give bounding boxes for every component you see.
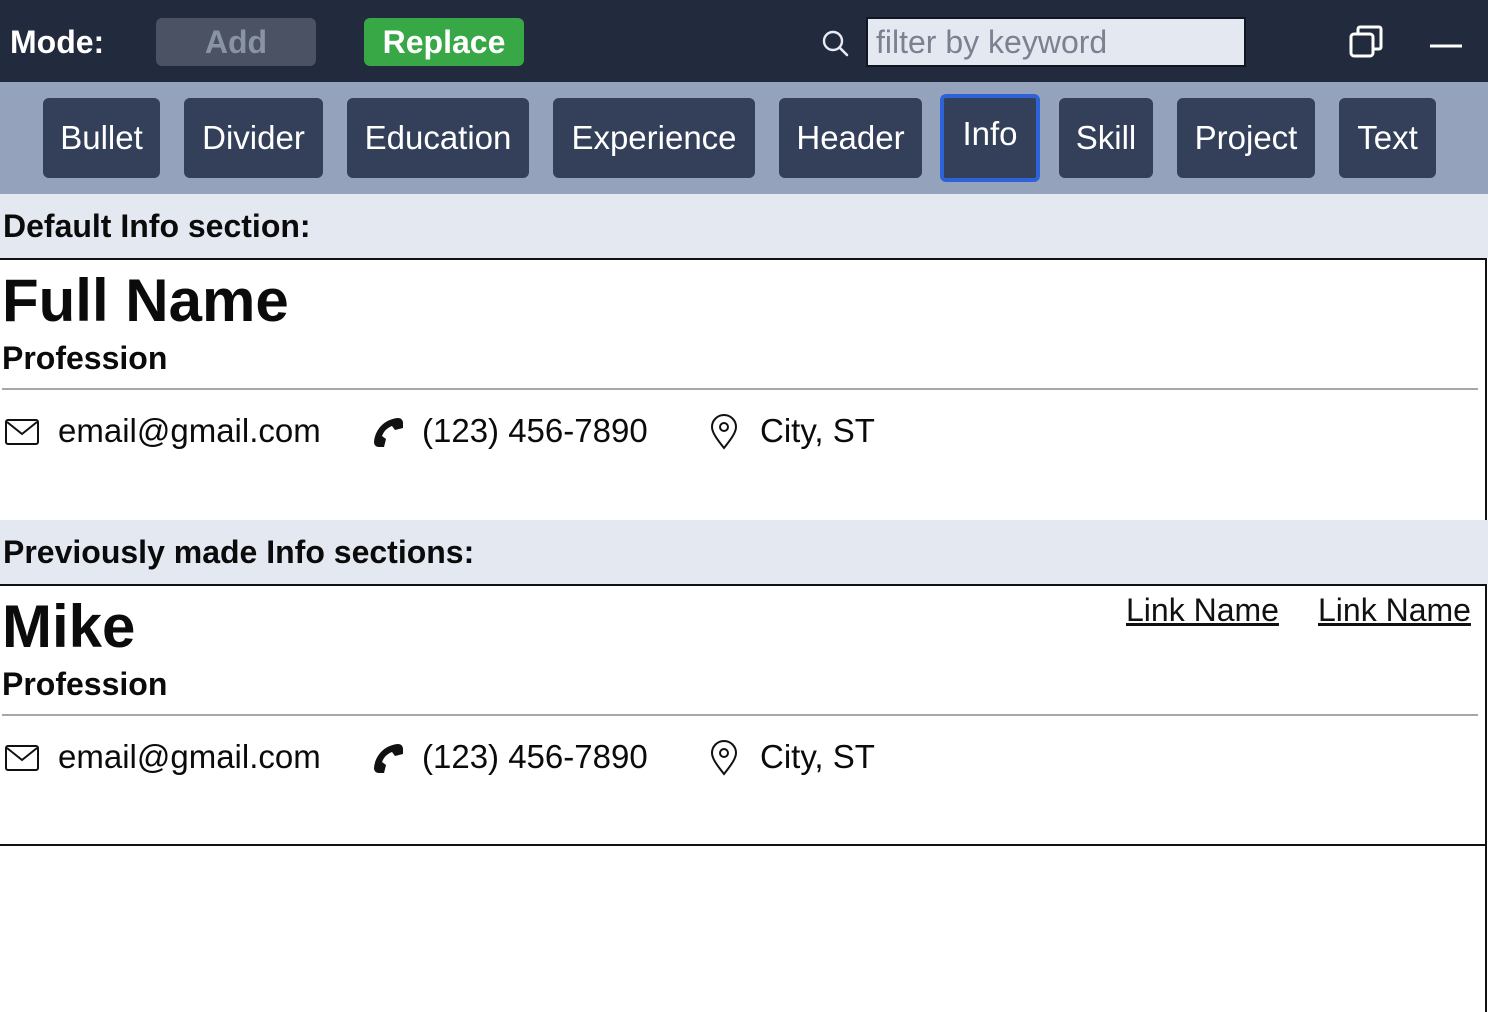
info-full-name: Full Name: [2, 267, 289, 334]
divider-line: [2, 714, 1478, 716]
mode-label: Mode:: [10, 24, 105, 60]
top-bar: Mode: Add Replace: [0, 0, 1488, 82]
info-link[interactable]: Link Name: [1318, 590, 1471, 630]
section-type-toolbar: Bullet Divider Education Experience Head…: [0, 82, 1488, 194]
section-type-skill-button[interactable]: Skill: [1059, 98, 1153, 178]
empty-list-area: [0, 846, 1487, 1012]
section-type-header-button[interactable]: Header: [779, 98, 922, 178]
search-input[interactable]: [866, 17, 1246, 67]
divider-line: [2, 388, 1478, 390]
info-location: City, ST: [760, 738, 875, 775]
map-pin-icon: [710, 740, 738, 776]
section-type-divider-button[interactable]: Divider: [184, 98, 323, 178]
info-email: email@gmail.com: [58, 738, 321, 775]
info-phone: (123) 456-7890: [422, 412, 648, 449]
map-pin-icon: [710, 414, 738, 450]
info-profession: Profession: [2, 340, 168, 376]
phone-icon: [374, 744, 403, 773]
section-type-education-button[interactable]: Education: [347, 98, 529, 178]
info-phone: (123) 456-7890: [422, 738, 648, 775]
previous-info-card[interactable]: Mike Profession Link Name Link Name emai…: [0, 584, 1487, 846]
restore-window-icon[interactable]: [1348, 24, 1384, 60]
search-icon: [822, 30, 849, 57]
info-full-name: Mike: [2, 593, 136, 660]
minimize-icon[interactable]: [1428, 28, 1464, 64]
default-info-card[interactable]: Full Name Profession email@gmail.com (12…: [0, 258, 1487, 520]
info-profession: Profession: [2, 666, 168, 702]
replace-mode-button[interactable]: Replace: [364, 18, 524, 66]
default-section-heading: Default Info section:: [0, 194, 1488, 258]
section-type-bullet-button[interactable]: Bullet: [43, 98, 160, 178]
section-type-experience-button[interactable]: Experience: [553, 98, 755, 178]
section-type-project-button[interactable]: Project: [1177, 98, 1315, 178]
section-type-text-button[interactable]: Text: [1339, 98, 1436, 178]
info-location: City, ST: [760, 412, 875, 449]
section-type-info-button[interactable]: Info: [940, 94, 1040, 182]
envelope-icon: [5, 419, 39, 445]
previous-sections-heading: Previously made Info sections:: [0, 520, 1488, 584]
envelope-icon: [5, 745, 39, 771]
info-link[interactable]: Link Name: [1126, 590, 1279, 630]
info-email: email@gmail.com: [58, 412, 321, 449]
phone-icon: [374, 418, 403, 447]
add-mode-button[interactable]: Add: [156, 18, 316, 66]
